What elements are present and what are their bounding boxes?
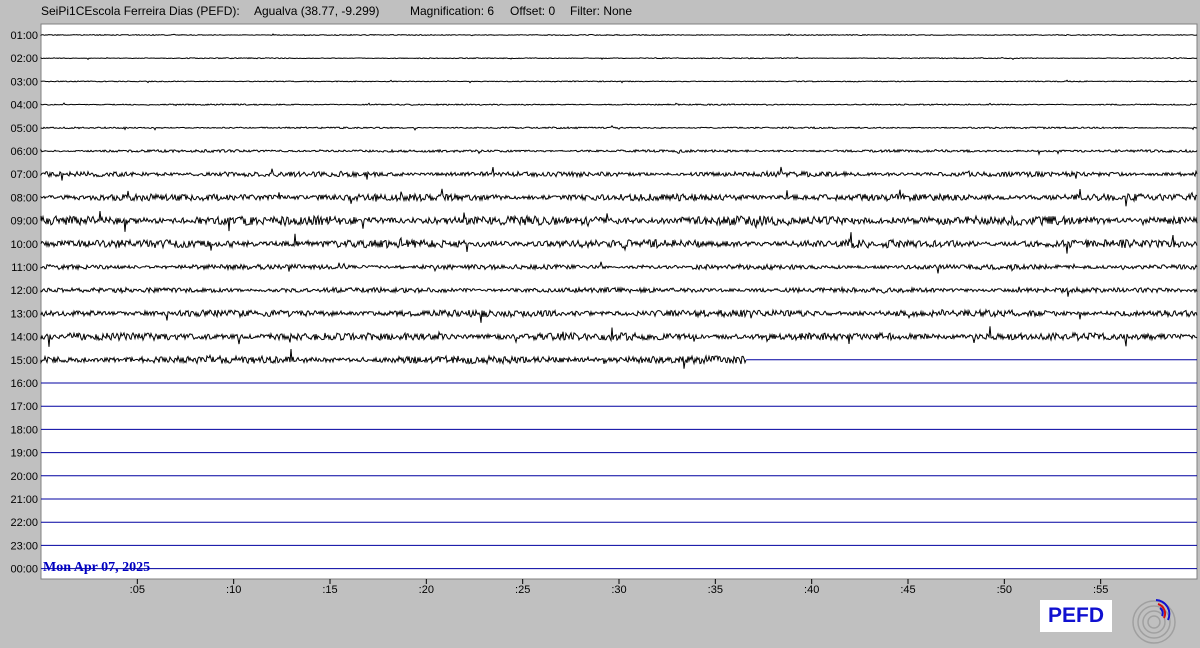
hour-label: 09:00 — [10, 216, 38, 228]
x-tick-label: :55 — [1093, 584, 1108, 596]
hour-label: 22:00 — [10, 517, 38, 529]
hour-label: 07:00 — [10, 169, 38, 181]
hour-label: 03:00 — [10, 76, 38, 88]
x-tick-label: :50 — [997, 584, 1012, 596]
hour-label-group: 01:00 02:00 03:00 04:00 05:00 06:00 07:00 08:00… — [10, 30, 38, 576]
seismograph-seal-icon — [1132, 599, 1176, 644]
hour-label: 13:00 — [10, 308, 38, 320]
x-tick-label: :25 — [515, 584, 530, 596]
x-tick-label: :30 — [611, 584, 626, 596]
helicorder-plot: 01:00 02:00 03:00 04:00 05:00 06:00 07:00 08:00… — [10, 23, 1198, 596]
hour-label: 08:00 — [10, 192, 38, 204]
hour-label: 11:00 — [11, 262, 38, 274]
hour-label: 01:00 — [10, 30, 38, 42]
hour-label: 18:00 — [10, 424, 38, 436]
hour-label: 16:00 — [10, 378, 38, 390]
x-tick-label: :35 — [708, 584, 723, 596]
hour-label: 17:00 — [10, 401, 38, 413]
hour-label: 19:00 — [10, 448, 38, 460]
hour-label: 06:00 — [10, 146, 38, 158]
x-tick-label: :05 — [130, 584, 145, 596]
hour-label: 15:00 — [10, 355, 38, 367]
x-tick-label: :15 — [322, 584, 337, 596]
hour-label: 02:00 — [10, 53, 38, 65]
hour-label: 12:00 — [10, 285, 38, 297]
x-tick-label: :20 — [419, 584, 434, 596]
date-label: Mon Apr 07, 2025 — [43, 560, 150, 575]
hour-label: 05:00 — [10, 123, 38, 135]
hour-label: 10:00 — [10, 239, 38, 251]
plot-area — [40, 23, 1198, 580]
hour-label: 23:00 — [10, 540, 38, 552]
hour-label: 14:00 — [10, 332, 38, 344]
hour-label: 00:00 — [10, 564, 38, 576]
hour-label: 20:00 — [10, 471, 38, 483]
hour-label: 21:00 — [10, 494, 38, 506]
x-tick-group: :05 :10 :15 :20 :25 :30 :35 :40 :45 :50 :55 — [130, 579, 1108, 596]
x-tick-label: :40 — [804, 584, 819, 596]
pefd-logo: PEFD — [1040, 600, 1112, 632]
x-tick-label: :45 — [900, 584, 915, 596]
hour-label: 04:00 — [10, 100, 38, 112]
x-tick-label: :10 — [226, 584, 241, 596]
